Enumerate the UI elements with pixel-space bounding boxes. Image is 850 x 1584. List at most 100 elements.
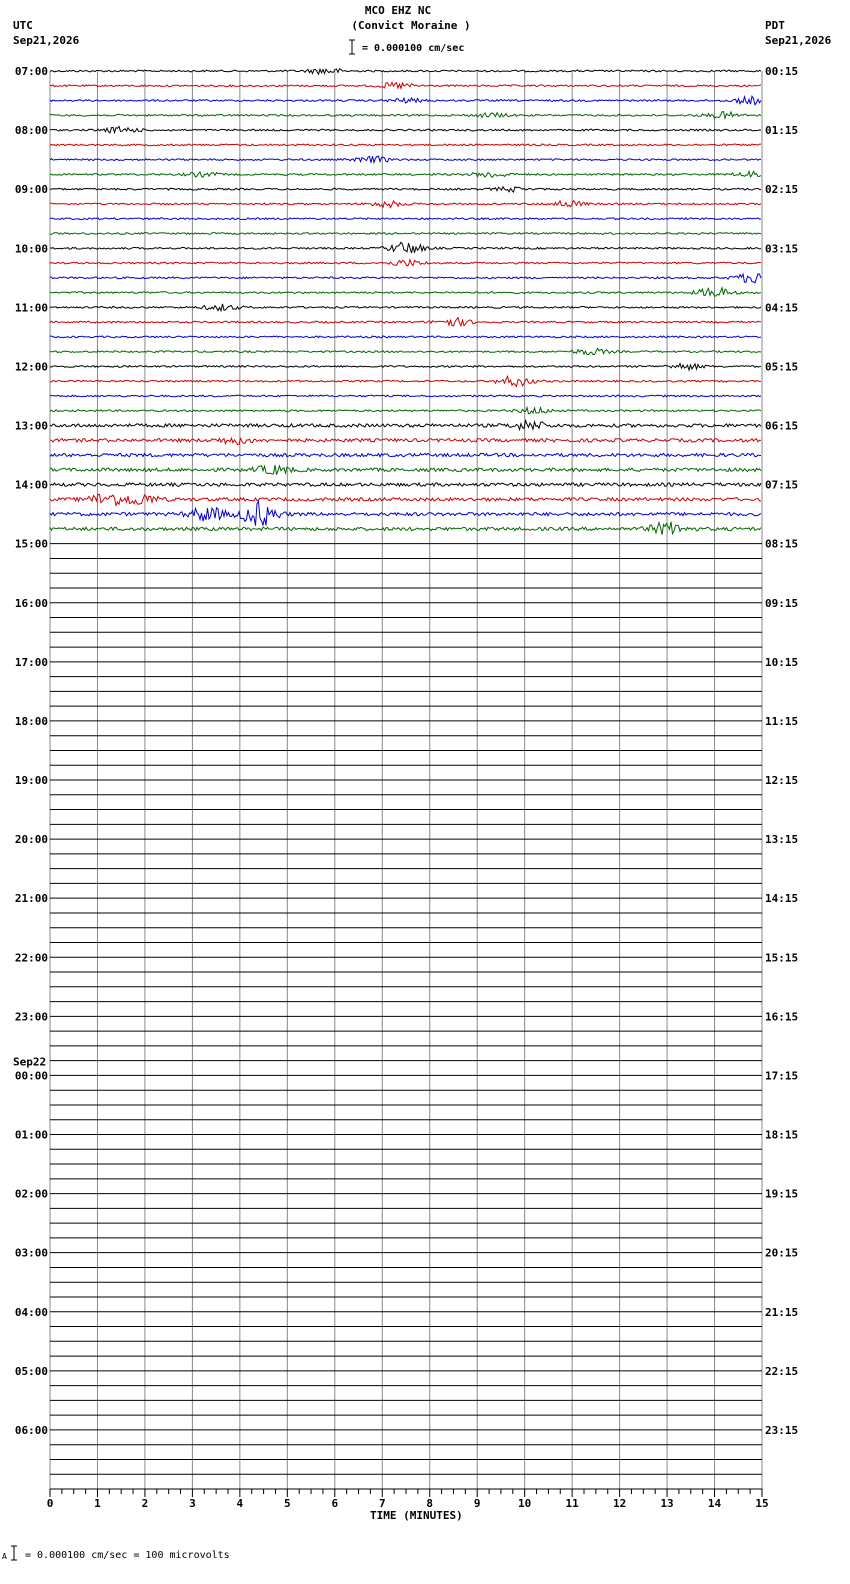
- pdt-hour-label: 21:15: [765, 1306, 798, 1319]
- pdt-hour-label: 07:15: [765, 479, 798, 492]
- pdt-hour-label: 14:15: [765, 892, 798, 905]
- x-tick-label: 11: [566, 1497, 580, 1510]
- trace-line: [49, 481, 762, 488]
- pdt-hour-label: 08:15: [765, 538, 798, 551]
- pdt-hour-label: 04:15: [765, 301, 798, 314]
- utc-hour-label: 01:00: [15, 1129, 48, 1142]
- utc-hour-label: 15:00: [15, 538, 48, 551]
- trace-line: [49, 258, 762, 267]
- pdt-hour-label: 18:15: [765, 1129, 798, 1142]
- x-tick-label: 14: [708, 1497, 722, 1510]
- x-tick-label: 15: [755, 1497, 768, 1510]
- trace-line: [49, 110, 762, 121]
- trace-line: [49, 335, 762, 339]
- utc-hour-label: 12:00: [15, 360, 48, 373]
- x-tick-label: 2: [142, 1497, 149, 1510]
- x-tick-label: 7: [379, 1497, 386, 1510]
- trace-line: [49, 520, 762, 536]
- utc-hour-label: 03:00: [15, 1247, 48, 1260]
- utc-hour-label: 00:00: [15, 1069, 48, 1082]
- pdt-hour-label: 06:15: [765, 420, 798, 433]
- utc-hour-label: 14:00: [15, 479, 48, 492]
- utc-hour-label: 05:00: [15, 1365, 48, 1378]
- x-tick-label: 9: [474, 1497, 481, 1510]
- trace-line: [49, 67, 762, 76]
- trace-line: [49, 316, 762, 328]
- date-change-label: Sep22: [13, 1055, 46, 1068]
- pdt-hour-label: 15:15: [765, 951, 798, 964]
- pdt-hour-label: 22:15: [765, 1365, 798, 1378]
- utc-hour-label: 06:00: [15, 1424, 48, 1437]
- trace-line: [49, 231, 762, 236]
- trace-line: [49, 169, 762, 179]
- x-tick-label: 13: [660, 1497, 673, 1510]
- trace-line: [49, 452, 762, 458]
- x-tick-label: 6: [331, 1497, 338, 1510]
- x-tick-label: 4: [237, 1497, 244, 1510]
- utc-hour-label: 16:00: [15, 597, 48, 610]
- trace-line: [49, 436, 762, 446]
- utc-hour-label: 20:00: [15, 833, 48, 846]
- x-tick-label: 5: [284, 1497, 291, 1510]
- pdt-hour-label: 23:15: [765, 1424, 798, 1437]
- x-tick-label: 0: [47, 1497, 54, 1510]
- pdt-hour-label: 02:15: [765, 183, 798, 196]
- trace-line: [49, 286, 762, 298]
- trace-line: [49, 418, 762, 432]
- x-tick-label: 1: [94, 1497, 101, 1510]
- trace-line: [49, 374, 762, 388]
- x-tick-label: 10: [518, 1497, 531, 1510]
- utc-hour-label: 02:00: [15, 1188, 48, 1201]
- pdt-hour-label: 05:15: [765, 360, 798, 373]
- utc-hour-label: 04:00: [15, 1306, 48, 1319]
- trace-line: [49, 94, 762, 106]
- pdt-hour-label: 16:15: [765, 1010, 798, 1023]
- trace-line: [49, 241, 762, 254]
- pdt-hour-label: 10:15: [765, 656, 798, 669]
- utc-hour-label: 10:00: [15, 242, 48, 255]
- x-tick-label: 8: [426, 1497, 433, 1510]
- x-tick-label: 3: [189, 1497, 196, 1510]
- trace-line: [49, 217, 762, 221]
- pdt-hour-label: 17:15: [765, 1069, 798, 1082]
- x-tick-label: 12: [613, 1497, 626, 1510]
- utc-hour-label: 18:00: [15, 715, 48, 728]
- pdt-hour-label: 00:15: [765, 65, 798, 78]
- pdt-hour-label: 13:15: [765, 833, 798, 846]
- utc-hour-label: 22:00: [15, 951, 48, 964]
- pdt-hour-label: 09:15: [765, 597, 798, 610]
- trace-line: [49, 464, 762, 476]
- trace-line: [50, 199, 762, 209]
- utc-hour-label: 21:00: [15, 892, 48, 905]
- trace-line: [49, 347, 762, 356]
- utc-hour-label: 17:00: [15, 656, 48, 669]
- trace-line: [49, 405, 762, 415]
- utc-hour-label: 23:00: [15, 1010, 48, 1023]
- x-axis: 0 1 2 3 4 5 6 7 8 9 10 11 12 13 14 15: [47, 1489, 769, 1510]
- pdt-hour-label: 19:15: [765, 1188, 798, 1201]
- trace-line: [49, 362, 762, 372]
- pdt-hour-label: 03:15: [765, 242, 798, 255]
- pdt-hour-label: 20:15: [765, 1247, 798, 1260]
- trace-line: [49, 155, 762, 165]
- utc-hour-label: 08:00: [15, 124, 48, 137]
- trace-line: [49, 303, 762, 313]
- utc-hour-label: 07:00: [15, 65, 48, 78]
- traces: [49, 67, 762, 1475]
- utc-hour-label: 11:00: [15, 301, 48, 314]
- seismogram-chart: 07:00 08:00 09:00 10:00 11:00 12:00 13:00 14:00…: [11, 39, 798, 1561]
- pdt-hour-label: 01:15: [765, 124, 798, 137]
- utc-hour-label: 09:00: [15, 183, 48, 196]
- pdt-hour-label: 11:15: [765, 715, 798, 728]
- pdt-hour-label: 12:15: [765, 774, 798, 787]
- utc-hour-label: 19:00: [15, 774, 48, 787]
- trace-line: [49, 499, 762, 527]
- trace-line: [49, 493, 761, 508]
- trace-line: [49, 185, 762, 193]
- trace-line: [49, 143, 761, 147]
- trace-line: [49, 125, 762, 135]
- trace-line: [49, 394, 762, 398]
- utc-hour-label: 13:00: [15, 420, 48, 433]
- trace-line: [49, 81, 762, 90]
- trace-line: [49, 272, 762, 284]
